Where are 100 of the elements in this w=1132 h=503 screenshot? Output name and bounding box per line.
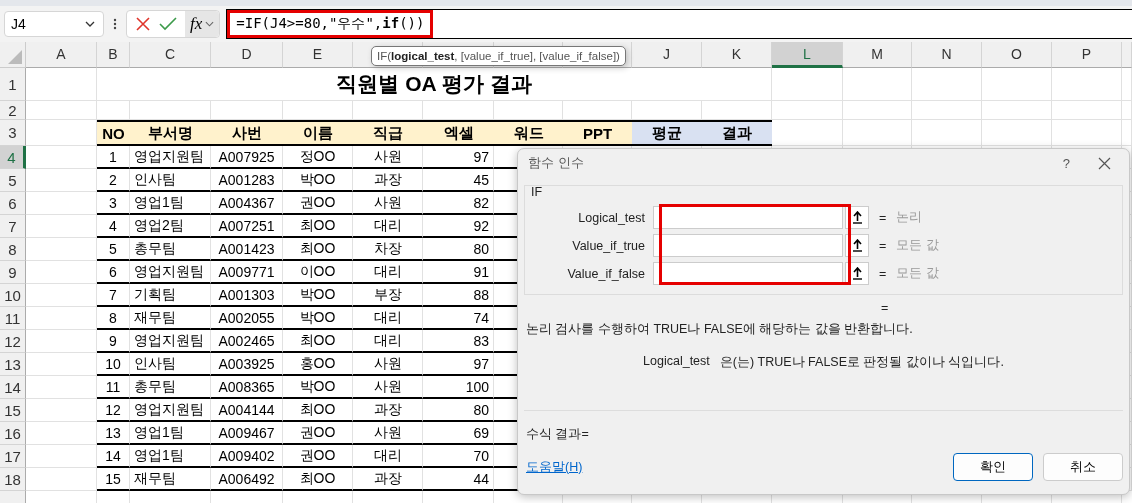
table-cell: 영업지원팀 (130, 399, 211, 422)
header-cell: NO (97, 120, 130, 146)
name-box[interactable]: J4 (4, 11, 104, 37)
table-cell: 1 (97, 146, 130, 169)
function-description: 논리 검사를 수행하여 TRUE나 FALSE에 해당하는 값을 반환합니다. (525, 321, 914, 338)
row-header[interactable]: 15 (0, 399, 26, 422)
table-cell: 5 (97, 238, 130, 261)
more-icon[interactable] (113, 18, 117, 30)
table-cell: A007251 (211, 215, 283, 238)
table-cell: A002465 (211, 330, 283, 353)
empty-cell (982, 68, 1052, 101)
table-cell: 6 (97, 261, 130, 284)
empty-cell (1122, 68, 1132, 101)
argument-field[interactable] (653, 206, 843, 229)
row-header[interactable]: 14 (0, 376, 26, 399)
row-header[interactable]: 6 (0, 192, 26, 215)
table-cell: A001423 (211, 238, 283, 261)
dropdown-icon (205, 21, 215, 27)
equals-sign: = (879, 238, 887, 253)
table-cell: 대리 (353, 307, 423, 330)
close-icon[interactable] (1098, 156, 1111, 170)
table-cell: 박OO (283, 307, 353, 330)
row-header[interactable]: 1 (0, 68, 26, 101)
empty-cell (1122, 120, 1132, 146)
table-cell: 영업지원팀 (130, 146, 211, 169)
table-cell: 영업1팀 (130, 422, 211, 445)
argument-description: 은(는) TRUE나 FALSE로 판정될 값이나 식입니다. (719, 354, 1004, 371)
table-cell: 과장 (353, 399, 423, 422)
empty-cell (772, 68, 843, 101)
row-header[interactable]: 18 (0, 468, 26, 491)
row-header[interactable]: 5 (0, 169, 26, 192)
row-header[interactable]: 4 (0, 146, 26, 169)
row-header[interactable]: 13 (0, 353, 26, 376)
arrow-up-icon (852, 239, 862, 252)
column-header[interactable]: O (982, 42, 1052, 68)
argument-label: Value_if_false (566, 266, 646, 281)
collapse-button[interactable] (845, 234, 869, 257)
empty-cell (912, 120, 982, 146)
row-header[interactable]: 7 (0, 215, 26, 238)
column-header[interactable]: A (26, 42, 97, 68)
formula-field[interactable]: =IF(J4>=80,"우수",if()) (226, 9, 1132, 39)
table-cell: 영업1팀 (130, 192, 211, 215)
header-cell: 결과 (702, 120, 772, 146)
row-header[interactable]: 17 (0, 445, 26, 468)
empty-cell (843, 101, 912, 120)
table-cell: 박OO (283, 169, 353, 192)
column-header[interactable]: P (1052, 42, 1122, 68)
help-link[interactable]: 도움말(H) (526, 458, 583, 476)
row-header[interactable]: 12 (0, 330, 26, 353)
column-header[interactable]: E (283, 42, 353, 68)
column-header[interactable]: C (130, 42, 211, 68)
table-cell: A009402 (211, 445, 283, 468)
table-cell: 과장 (353, 169, 423, 192)
equals-sign: = (879, 210, 887, 225)
insert-function-button[interactable]: fx (185, 11, 220, 37)
row-header[interactable]: 9 (0, 261, 26, 284)
cancel-icon[interactable] (135, 16, 151, 32)
dialog-button[interactable]: 확인 (953, 453, 1033, 481)
argument-label: Value_if_true (571, 238, 646, 253)
table-cell: 대리 (353, 330, 423, 353)
row-header[interactable]: 8 (0, 238, 26, 261)
table-cell: 사원 (353, 146, 423, 169)
row-header[interactable]: 3 (0, 120, 26, 146)
collapse-button[interactable] (845, 206, 869, 229)
table-cell: 10 (97, 353, 130, 376)
column-header[interactable]: M (843, 42, 912, 68)
column-header[interactable]: L (772, 42, 843, 68)
table-cell: 기획팀 (130, 284, 211, 307)
table-cell: 100 (423, 376, 494, 399)
help-button[interactable]: ? (1062, 155, 1070, 171)
empty-cell (982, 120, 1052, 146)
column-header[interactable]: N (912, 42, 982, 68)
table-cell: 15 (97, 468, 130, 491)
column-header[interactable]: B (97, 42, 130, 68)
table-cell: 정OO (283, 146, 353, 169)
row-header[interactable]: 2 (0, 101, 26, 120)
row-header[interactable]: 16 (0, 422, 26, 445)
table-cell: A008365 (211, 376, 283, 399)
column-header[interactable]: J (632, 42, 702, 68)
table-cell: 8 (97, 307, 130, 330)
table-cell: A001303 (211, 284, 283, 307)
table-cell: 97 (423, 146, 494, 169)
dialog-button[interactable]: 취소 (1043, 453, 1123, 481)
table-cell: 92 (423, 215, 494, 238)
argument-field[interactable] (653, 234, 843, 257)
arrow-up-icon (852, 211, 862, 224)
table-cell: 11 (97, 376, 130, 399)
table-cell: 최OO (283, 399, 353, 422)
table-cell: 2 (97, 169, 130, 192)
table-cell: 13 (97, 422, 130, 445)
column-header[interactable]: D (211, 42, 283, 68)
table-cell: 차장 (353, 238, 423, 261)
row-header[interactable]: 10 (0, 284, 26, 307)
table-cell: 45 (423, 169, 494, 192)
check-icon[interactable] (159, 16, 177, 32)
empty-cell (1122, 101, 1132, 120)
row-header[interactable]: 11 (0, 307, 26, 330)
table-cell: 4 (97, 215, 130, 238)
table-cell: 91 (423, 261, 494, 284)
table-cell: 총무팀 (130, 238, 211, 261)
